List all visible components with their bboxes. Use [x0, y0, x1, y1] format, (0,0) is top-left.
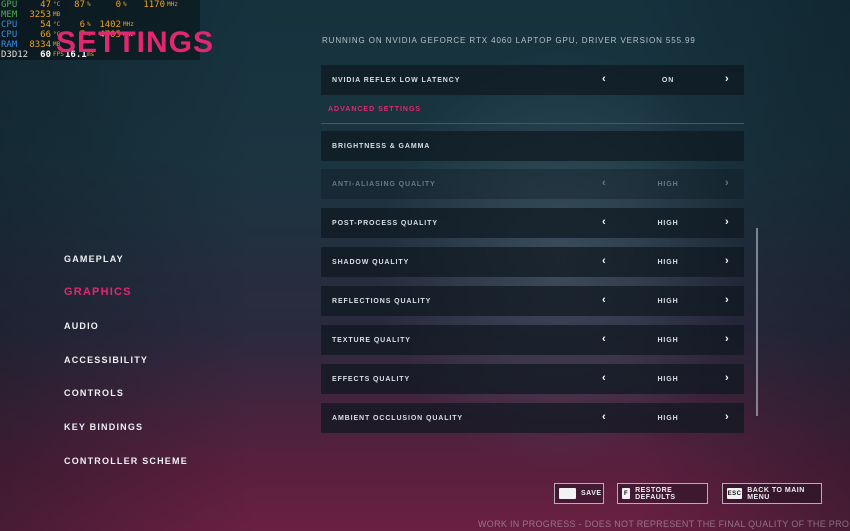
- nav-item-audio[interactable]: AUDIO: [64, 321, 99, 331]
- setting-value: HIGH: [657, 414, 679, 422]
- setting-label: ANTI-ALIASING QUALITY: [332, 180, 436, 188]
- setting-label: AMBIENT OCCLUSION QUALITY: [332, 414, 463, 422]
- perf-value: 1170: [143, 0, 165, 10]
- setting-label: REFLECTIONS QUALITY: [332, 297, 432, 305]
- arrow-left-icon[interactable]: ‹: [602, 333, 607, 345]
- arrow-right-icon[interactable]: ›: [725, 372, 730, 384]
- perf-value: 60: [40, 50, 51, 60]
- setting-row-effects[interactable]: EFFECTS QUALITY ‹ HIGH ›: [321, 364, 744, 394]
- setting-row-shadow[interactable]: SHADOW QUALITY ‹ HIGH ›: [321, 247, 744, 277]
- advanced-settings-header: ADVANCED SETTINGS: [328, 106, 422, 113]
- perf-label: D3D12: [1, 50, 29, 60]
- perf-label: GPU: [1, 0, 18, 10]
- setting-row-reflex[interactable]: NVIDIA REFLEX LOW LATENCY ‹ ON ›: [321, 65, 744, 95]
- setting-value: HIGH: [657, 336, 679, 344]
- perf-label: CPU: [1, 20, 18, 30]
- perf-label: MEM: [1, 10, 18, 20]
- arrow-right-icon[interactable]: ›: [725, 255, 730, 267]
- setting-value: HIGH: [657, 258, 679, 266]
- gpu-info-text: RUNNING ON NVIDIA GEFORCE RTX 4060 LAPTO…: [322, 36, 696, 45]
- setting-value: HIGH: [657, 375, 679, 383]
- save-button[interactable]: SAVE: [554, 483, 604, 504]
- perf-value: 66: [40, 30, 51, 40]
- arrow-left-icon[interactable]: ‹: [602, 216, 607, 228]
- work-in-progress-notice: WORK IN PROGRESS - DOES NOT REPRESENT TH…: [478, 519, 850, 529]
- setting-row-anti-aliasing: ANTI-ALIASING QUALITY ‹ HIGH ›: [321, 169, 744, 199]
- nav-item-accessibility[interactable]: ACCESSIBILITY: [64, 355, 148, 365]
- perf-value: 54: [40, 20, 51, 30]
- arrow-left-icon[interactable]: ‹: [602, 372, 607, 384]
- back-to-main-menu-label: BACK TO MAIN MENU: [747, 486, 805, 501]
- esc-key-icon: ESC: [727, 488, 743, 499]
- page-title: SETTINGS: [56, 26, 215, 59]
- perf-value: 3253: [29, 10, 51, 20]
- perf-unit: °C: [53, 1, 61, 8]
- spacebar-key-icon: [559, 488, 576, 499]
- perf-value: 0: [115, 0, 121, 10]
- restore-defaults-label: RESTORE DEFAULTS: [635, 486, 676, 501]
- setting-row-ambient-occlusion[interactable]: AMBIENT OCCLUSION QUALITY ‹ HIGH ›: [321, 403, 744, 433]
- setting-value: HIGH: [657, 219, 679, 227]
- perf-label: CPU: [1, 30, 18, 40]
- arrow-right-icon[interactable]: ›: [725, 73, 730, 85]
- nav-item-controls[interactable]: CONTROLS: [64, 388, 124, 398]
- setting-value: HIGH: [657, 297, 679, 305]
- setting-label: BRIGHTNESS & GAMMA: [332, 142, 431, 150]
- setting-value: ON: [661, 76, 675, 84]
- perf-value: 47: [40, 0, 51, 10]
- back-to-main-menu-button[interactable]: ESC BACK TO MAIN MENU: [722, 483, 822, 504]
- setting-row-brightness[interactable]: BRIGHTNESS & GAMMA: [321, 131, 744, 161]
- setting-label: NVIDIA REFLEX LOW LATENCY: [332, 76, 461, 84]
- arrow-left-icon[interactable]: ‹: [602, 255, 607, 267]
- save-button-label: SAVE: [581, 490, 602, 497]
- setting-value: HIGH: [657, 180, 679, 188]
- setting-row-texture[interactable]: TEXTURE QUALITY ‹ HIGH ›: [321, 325, 744, 355]
- perf-unit: MHz: [167, 1, 178, 8]
- nav-item-controller-scheme[interactable]: CONTROLLER SCHEME: [64, 456, 188, 466]
- section-divider: [321, 123, 744, 124]
- nav-item-gameplay[interactable]: GAMEPLAY: [64, 254, 124, 264]
- perf-unit: %: [123, 1, 127, 8]
- arrow-left-icon[interactable]: ‹: [602, 73, 607, 85]
- restore-defaults-button[interactable]: F RESTORE DEFAULTS: [617, 483, 708, 504]
- setting-label: SHADOW QUALITY: [332, 258, 410, 266]
- setting-row-reflections[interactable]: REFLECTIONS QUALITY ‹ HIGH ›: [321, 286, 744, 316]
- perf-value: 8334: [29, 40, 51, 50]
- setting-label: EFFECTS QUALITY: [332, 375, 411, 383]
- arrow-right-icon[interactable]: ›: [725, 294, 730, 306]
- nav-item-graphics[interactable]: GRAPHICS: [64, 286, 132, 298]
- arrow-left-icon: ‹: [602, 177, 607, 189]
- arrow-left-icon[interactable]: ‹: [602, 294, 607, 306]
- setting-row-post-process[interactable]: POST-PROCESS QUALITY ‹ HIGH ›: [321, 208, 744, 238]
- perf-value: 87: [74, 0, 85, 10]
- arrow-left-icon[interactable]: ‹: [602, 411, 607, 423]
- settings-scrollbar[interactable]: [756, 228, 758, 416]
- nav-item-key-bindings[interactable]: KEY BINDINGS: [64, 422, 143, 432]
- setting-label: POST-PROCESS QUALITY: [332, 219, 438, 227]
- arrow-right-icon[interactable]: ›: [725, 411, 730, 423]
- perf-unit: MB: [53, 11, 61, 18]
- perf-unit: %: [87, 1, 91, 8]
- perf-label: RAM: [1, 40, 18, 50]
- setting-label: TEXTURE QUALITY: [332, 336, 411, 344]
- perf-row-gpu: GPU 47 °C 87% 0% 1170 MHz: [0, 0, 200, 10]
- arrow-right-icon: ›: [725, 177, 730, 189]
- arrow-right-icon[interactable]: ›: [725, 216, 730, 228]
- perf-row-mem: MEM 3253 MB: [0, 10, 200, 20]
- arrow-right-icon[interactable]: ›: [725, 333, 730, 345]
- f-key-icon: F: [622, 488, 631, 499]
